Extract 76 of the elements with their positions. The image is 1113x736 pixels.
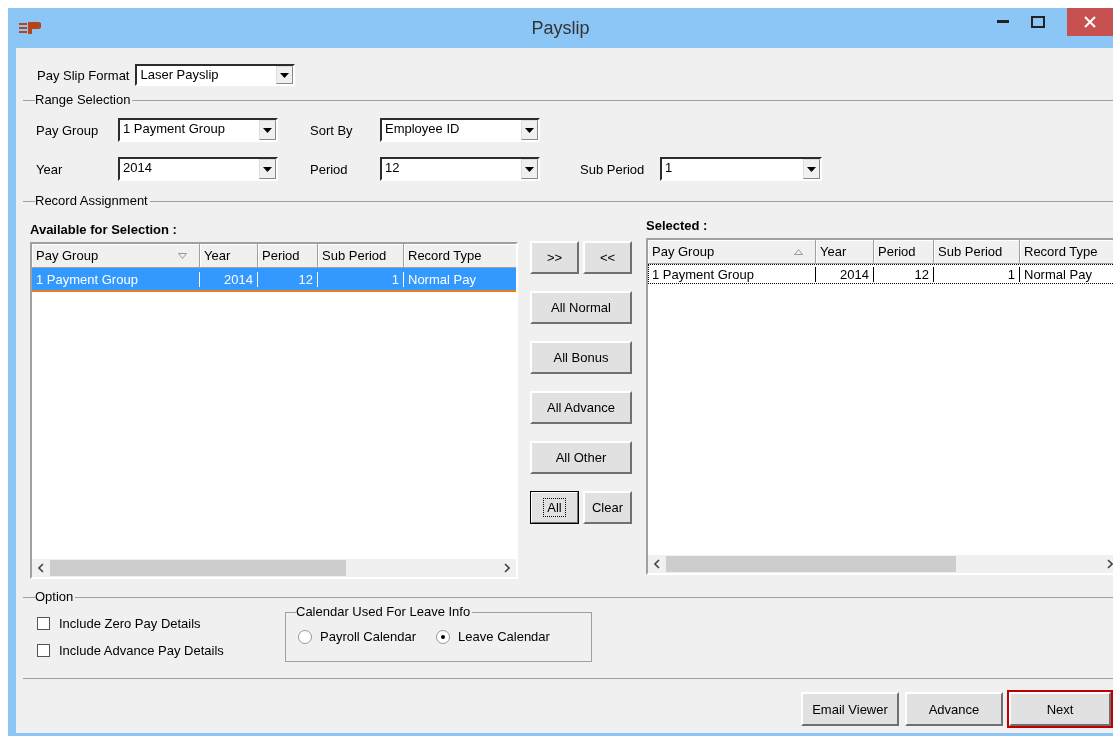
field-label: Period xyxy=(310,161,349,177)
radio-button[interactable] xyxy=(436,629,451,644)
window-title: Payslip xyxy=(531,17,590,39)
select-button[interactable]: All xyxy=(530,491,579,524)
list-row[interactable]: 1 Payment Group 2014 12 1 Normal Pay xyxy=(648,264,1113,284)
column-header[interactable]: Sub Period xyxy=(318,244,404,268)
dropdown[interactable]: 1 xyxy=(660,157,822,181)
radio-button[interactable] xyxy=(298,629,312,644)
select-button[interactable]: Clear xyxy=(583,491,632,524)
group-title: Record Assignment xyxy=(35,194,150,208)
table-cell: 12 xyxy=(874,266,934,282)
close-icon xyxy=(1084,16,1096,28)
table-cell: 1 xyxy=(934,266,1020,282)
minimize-icon[interactable] xyxy=(997,20,1009,24)
column-header[interactable]: Year xyxy=(200,244,258,268)
maximize-icon[interactable] xyxy=(1031,16,1045,28)
format-dropdown[interactable]: Laser Payslip xyxy=(135,64,296,86)
dropdown-arrow-icon xyxy=(525,127,534,133)
dropdown-arrow-icon xyxy=(263,127,272,133)
move-button[interactable]: >> xyxy=(530,241,579,274)
select-button[interactable]: All Advance xyxy=(530,391,632,424)
checkbox[interactable] xyxy=(37,617,50,630)
column-header[interactable]: Record Type xyxy=(1020,240,1113,264)
radio-label: Payroll Calendar xyxy=(320,629,417,644)
scroll-left-icon[interactable] xyxy=(654,559,660,569)
table-cell: Normal Pay xyxy=(404,271,516,287)
dropdown-arrow-icon xyxy=(525,166,534,172)
close-button[interactable] xyxy=(1067,8,1113,36)
group-title: Calendar Used For Leave Info xyxy=(296,605,473,619)
field-label: Pay Group xyxy=(36,122,100,138)
group-title: Option xyxy=(35,590,76,604)
list-title: Selected : xyxy=(646,217,709,235)
checkbox-label: Include Advance Pay Details xyxy=(59,643,224,658)
column-header[interactable]: Record Type xyxy=(404,244,516,268)
footer-button[interactable]: Email Viewer xyxy=(801,692,899,726)
column-header[interactable]: Sub Period xyxy=(934,240,1020,264)
dropdown[interactable]: Employee ID xyxy=(380,118,540,142)
table-cell: 1 Payment Group xyxy=(32,271,200,287)
move-button[interactable]: << xyxy=(583,241,632,274)
field-label: Year xyxy=(36,161,64,177)
scrollbar[interactable] xyxy=(648,555,1113,573)
table-cell: 2014 xyxy=(200,271,258,287)
scrollbar[interactable] xyxy=(32,559,516,577)
footer-button[interactable]: Next xyxy=(1009,692,1111,726)
table-cell: Normal Pay xyxy=(1020,266,1113,282)
column-header[interactable]: Pay Group xyxy=(32,244,200,268)
table-cell: 1 xyxy=(318,271,404,287)
table-cell: 12 xyxy=(258,271,318,287)
list-title: Available for Selection : xyxy=(30,221,178,239)
table-cell: 2014 xyxy=(816,266,874,282)
select-button[interactable]: All Other xyxy=(530,441,632,474)
checkbox-label: Include Zero Pay Details xyxy=(59,616,201,631)
radio-label: Leave Calendar xyxy=(458,629,550,644)
dropdown-arrow-icon xyxy=(263,166,272,172)
scroll-right-icon[interactable] xyxy=(1107,559,1113,569)
column-header[interactable]: Pay Group xyxy=(648,240,816,264)
select-button[interactable]: All Bonus xyxy=(530,341,632,374)
dropdown[interactable]: 12 xyxy=(380,157,540,181)
column-header[interactable]: Period xyxy=(258,244,318,268)
column-header[interactable]: Period xyxy=(874,240,934,264)
table-cell: 1 Payment Group xyxy=(648,266,816,282)
select-button[interactable]: All Normal xyxy=(530,291,632,324)
field-label: Pay Slip Format xyxy=(37,67,130,83)
dropdown[interactable]: 2014 xyxy=(118,157,278,181)
field-label: Sub Period xyxy=(580,161,646,177)
dropdown[interactable]: 1 Payment Group xyxy=(118,118,278,142)
scroll-left-icon[interactable] xyxy=(38,563,44,573)
dropdown-arrow-icon xyxy=(807,166,816,172)
column-header[interactable]: Year xyxy=(816,240,874,264)
group-title: Range Selection xyxy=(35,93,133,107)
field-label: Sort By xyxy=(310,122,354,138)
app-icon xyxy=(19,21,41,35)
scroll-right-icon[interactable] xyxy=(504,563,510,573)
footer-button[interactable]: Advance xyxy=(905,692,1003,726)
checkbox[interactable] xyxy=(37,644,50,657)
dropdown-arrow-icon xyxy=(280,72,290,78)
